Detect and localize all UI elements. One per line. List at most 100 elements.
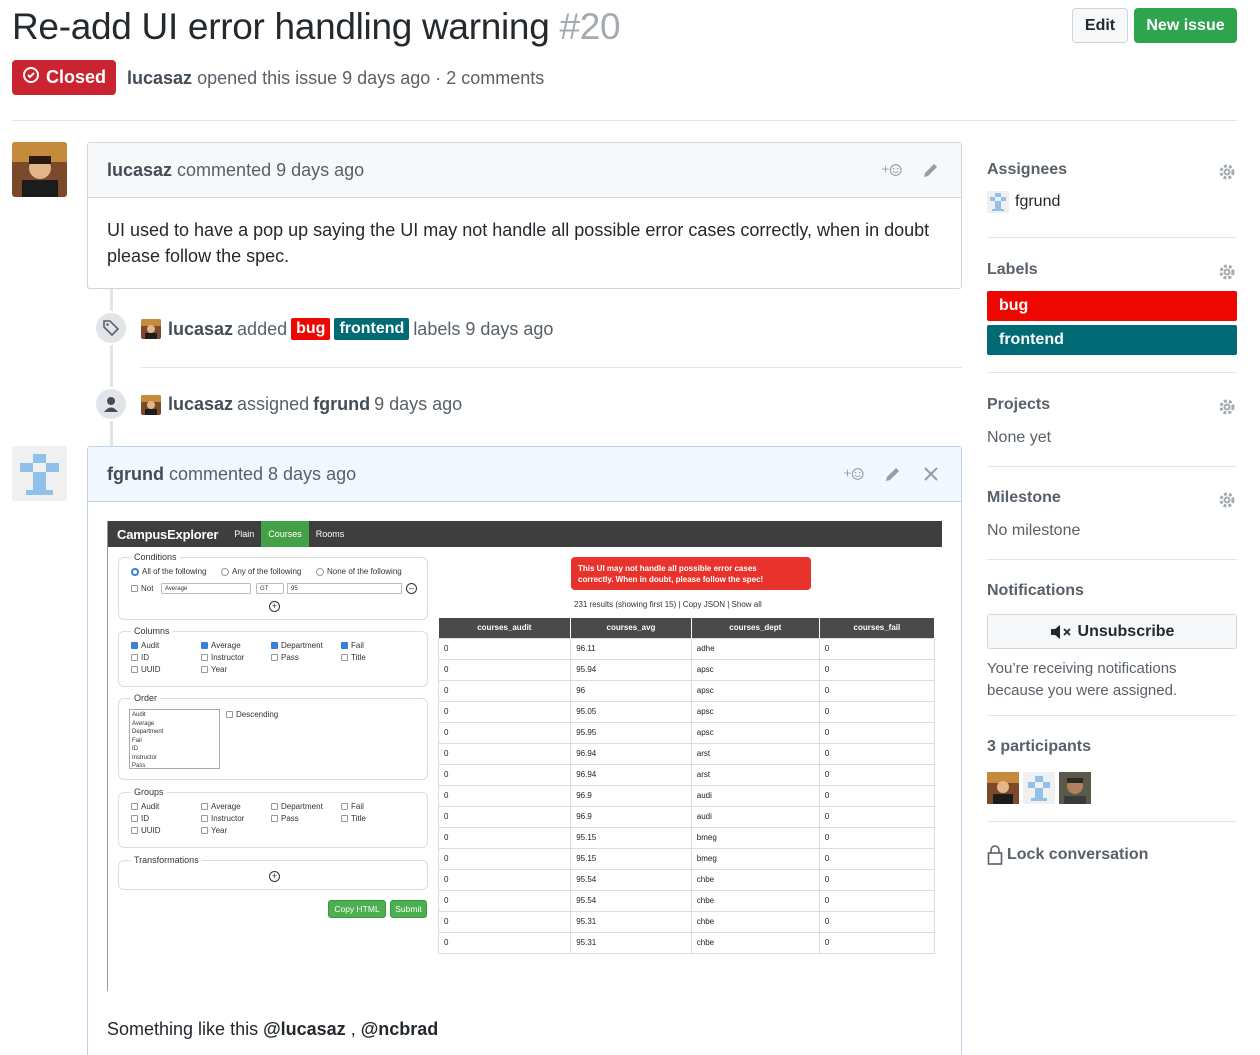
- assignee-item[interactable]: fgrund: [987, 191, 1237, 213]
- comment-author-link[interactable]: fgrund: [107, 464, 164, 485]
- comment-text: ,: [350, 1019, 356, 1039]
- edit-button[interactable]: Edit: [1072, 8, 1128, 43]
- table-cell: 0: [818, 637, 936, 660]
- event-time[interactable]: 9 days ago: [374, 394, 462, 415]
- gear-icon[interactable]: [1217, 162, 1237, 182]
- list-item: ID: [132, 746, 138, 752]
- select-value: Average: [165, 585, 188, 592]
- comment-author-link[interactable]: lucasaz: [107, 160, 172, 181]
- field-select: Average: [161, 583, 251, 594]
- table-cell: 0: [437, 805, 572, 828]
- add-reaction-icon[interactable]: +: [843, 462, 867, 486]
- avatar[interactable]: [987, 191, 1009, 213]
- projects-heading[interactable]: Projects: [987, 374, 1237, 414]
- mute-icon: [1050, 624, 1071, 639]
- table-cell: bmeg: [690, 826, 820, 849]
- projects-value: None yet: [987, 429, 1052, 446]
- label-frontend[interactable]: frontend: [334, 318, 410, 340]
- issue-number: #20: [559, 6, 621, 47]
- event-actor-link[interactable]: lucasaz: [168, 394, 233, 415]
- groups-panel: Groups Audit ID UUID Average Instructor …: [118, 787, 428, 848]
- op-select: GT: [256, 583, 284, 594]
- table-cell: 0: [437, 910, 572, 933]
- table-cell: 0: [437, 868, 572, 891]
- gear-icon[interactable]: [1217, 490, 1237, 510]
- comment-time[interactable]: commented 9 days ago: [177, 160, 364, 181]
- column-header: courses_fail: [819, 618, 936, 638]
- panel-title: Order: [131, 693, 161, 703]
- add-icon: +: [269, 601, 280, 612]
- table-row: 0 95.05 apsc 0: [437, 700, 936, 723]
- lock-conversation-link[interactable]: Lock conversation: [987, 845, 1237, 865]
- table-cell: 0: [437, 847, 572, 870]
- table-cell: 95.31: [570, 910, 692, 933]
- checkbox-label: Audit: [141, 641, 160, 650]
- value-input: 95: [287, 583, 402, 594]
- issue-title: Re-add UI error handling warning #20: [12, 6, 621, 48]
- checkbox-label: UUID: [141, 826, 161, 835]
- label-event: lucasaz added bug frontend labels 9 days…: [141, 318, 553, 340]
- avatar[interactable]: [12, 142, 67, 197]
- unsubscribe-button[interactable]: Unsubscribe: [987, 614, 1237, 649]
- column-header: courses_avg: [570, 618, 692, 638]
- labels-section: Labels bug frontend: [987, 240, 1237, 374]
- checkbox-label: UUID: [141, 665, 161, 674]
- table-cell: 95.31: [570, 931, 692, 954]
- unsubscribe-label: Unsubscribe: [1077, 622, 1175, 640]
- list-item: Average: [132, 720, 155, 727]
- table-cell: 0: [818, 826, 936, 849]
- table-cell: chbe: [690, 868, 820, 891]
- avatar[interactable]: [141, 319, 161, 339]
- table-cell: 0: [437, 742, 572, 765]
- event-target-link[interactable]: fgrund: [313, 394, 370, 415]
- columns-panel: Columns Audit ID UUID Average Instructor…: [118, 626, 428, 687]
- mention-link[interactable]: @ncbrad: [361, 1019, 439, 1039]
- avatar[interactable]: [987, 772, 1019, 804]
- order-panel: Order Audit Average Department Fail ID I…: [118, 693, 428, 780]
- comment-header: fgrund commented 8 days ago +: [88, 447, 961, 502]
- copy-html-button: Copy HTML: [328, 900, 386, 918]
- list-item: Fail: [132, 737, 142, 744]
- table-cell: 0: [437, 826, 572, 849]
- lock-label[interactable]: Lock conversation: [1007, 846, 1148, 864]
- label-bug[interactable]: bug: [291, 318, 331, 340]
- issue-author-link[interactable]: lucasaz: [127, 68, 192, 88]
- table-row: 0 96.9 audi 0: [437, 805, 936, 828]
- alert-line: This UI may not handle all possible erro…: [578, 563, 757, 573]
- table-cell: 0: [818, 658, 936, 681]
- milestone-heading[interactable]: Milestone: [987, 467, 1237, 507]
- new-issue-button[interactable]: New issue: [1134, 8, 1237, 43]
- edit-pencil-icon[interactable]: [919, 158, 943, 182]
- column-header: courses_dept: [691, 618, 820, 638]
- event-time[interactable]: labels 9 days ago: [413, 319, 553, 340]
- checkbox-label: Pass: [281, 814, 299, 823]
- table-cell: audi: [690, 805, 820, 828]
- table-row: 0 96.94 arst 0: [437, 763, 936, 786]
- table-row: 0 95.94 apsc 0: [437, 658, 936, 681]
- checkbox-label: Descending: [236, 710, 279, 719]
- sidebar-label-bug[interactable]: bug: [987, 291, 1237, 321]
- avatar[interactable]: [1059, 772, 1091, 804]
- avatar[interactable]: [12, 446, 67, 501]
- checkbox-label: ID: [141, 814, 149, 823]
- avatar[interactable]: [141, 394, 161, 415]
- event-actor-link[interactable]: lucasaz: [168, 319, 233, 340]
- comment-time[interactable]: commented 8 days ago: [169, 464, 356, 485]
- assignees-heading[interactable]: Assignees: [987, 150, 1237, 179]
- labels-heading[interactable]: Labels: [987, 240, 1237, 279]
- person-event-badge: [94, 387, 128, 421]
- list-item: Department: [132, 729, 164, 735]
- edit-pencil-icon[interactable]: [881, 462, 905, 486]
- issue-title-text: Re-add UI error handling warning: [12, 6, 550, 47]
- mention-link[interactable]: @lucasaz: [263, 1019, 346, 1039]
- add-reaction-icon[interactable]: +: [881, 158, 905, 182]
- assignee-name[interactable]: fgrund: [1015, 193, 1060, 211]
- sidebar-label-frontend[interactable]: frontend: [987, 325, 1237, 355]
- avatar[interactable]: [1023, 772, 1055, 804]
- checkbox-label: Department: [281, 641, 323, 650]
- gear-icon[interactable]: [1217, 262, 1237, 282]
- checkbox-label: Title: [351, 653, 366, 662]
- gear-icon[interactable]: [1217, 397, 1237, 417]
- notifications-heading: Notifications: [987, 582, 1084, 599]
- close-icon[interactable]: [919, 462, 943, 486]
